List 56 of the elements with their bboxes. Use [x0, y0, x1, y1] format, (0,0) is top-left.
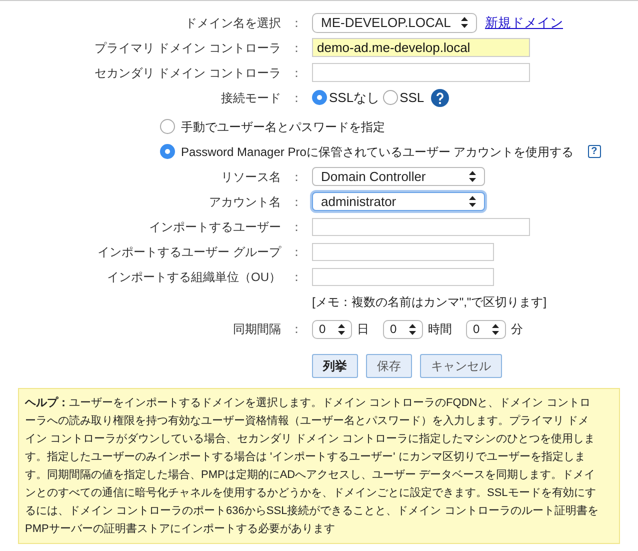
dropdown-select[interactable]: administrator [312, 192, 485, 211]
action-button[interactable]: キャンセル [420, 354, 502, 378]
colon: ： [290, 244, 304, 260]
number-spinner[interactable]: 0 [383, 320, 423, 338]
updown-icon [461, 17, 468, 28]
radio-label: SSLなし [329, 88, 380, 107]
text-field[interactable] [312, 242, 494, 260]
memo-text: [メモ：複数の名前はカンマ","で区切ります] [312, 294, 547, 310]
colon: ： [290, 14, 304, 32]
colon: ： [290, 64, 304, 82]
field-label: インポートするユーザー グループ [96, 244, 281, 260]
dropdown-select[interactable]: Domain Controller [312, 167, 485, 186]
radio-button[interactable] [160, 119, 175, 134]
radio-label: Password Manager Proに保管されているユーザー アカウントを使用する [181, 144, 574, 160]
text-field[interactable] [312, 268, 494, 286]
help-text: ヘルプ：ユーザーをインポートするドメインを選択します。ドメイン コントローラのFQDNと、ドメイン コントローラへの読み取り権限を持つ有効なユーザー資格情報（ユーザー名とパスワード）を入力します。プライマリ ドメイン コントローラがダウンしている場合、セカンダリ ドメイン コントローラに指定したマシンのひとつを使用します。指定したユーザーのみインポートする場合は 'インポートするユーザー' にカンマ区切りでユーザーを指定します。同期間隔の値を指定した場合、PMPは定期的にADへアクセスし、ユーザー データベースを同期します。ドメインとのすべての通信に暗号化チャネルを使用するかどうかを、ドメインごとに設定できます。SSLモードを有効にするには、ドメイン コントローラのポート636からSSL接続ができることと、ドメイン コントローラのルート証明書をPMPサーバーの証明書ストアにインポートする必要があります [25, 396, 599, 537]
field-label: セカンダリ ドメイン コントローラ [93, 64, 281, 82]
radio-label: SSL [400, 88, 424, 107]
radio-button[interactable] [382, 90, 398, 105]
number-spinner[interactable]: 0 [466, 320, 506, 338]
help-icon[interactable]: ? [588, 145, 601, 158]
colon: ： [290, 40, 304, 56]
unit-label: 分 [511, 321, 523, 338]
field-label: 同期間隔 [232, 321, 281, 338]
radio-button[interactable] [160, 144, 175, 159]
field-label: ドメイン名を選択 [184, 14, 281, 32]
updown-icon [469, 171, 476, 182]
field-label: リソース名 [220, 168, 281, 186]
colon: ： [290, 90, 304, 106]
field-label: インポートするユーザー [148, 218, 281, 236]
radio-button[interactable] [312, 90, 327, 105]
domain-select[interactable]: ME-DEVELOP.LOCAL [312, 12, 477, 32]
new-domain-link[interactable]: 新規ドメイン [485, 12, 563, 32]
colon: ： [290, 218, 304, 236]
number-spinner[interactable]: 0 [312, 320, 352, 338]
unit-label: 時間 [428, 321, 452, 338]
colon: ： [290, 268, 304, 286]
colon: ： [290, 194, 304, 210]
updown-icon [492, 324, 499, 334]
colon: ： [290, 168, 304, 186]
text-field[interactable] [312, 63, 530, 82]
text-field[interactable]: demo-ad.me-develop.local [312, 38, 530, 57]
updown-icon [469, 196, 476, 207]
radio-label: 手動でユーザー名とパスワードを指定 [181, 118, 385, 136]
help-icon[interactable] [431, 88, 450, 106]
updown-icon [409, 324, 416, 334]
field-label: アカウント名 [208, 194, 281, 210]
field-label: 接続モード [220, 90, 281, 106]
colon: ： [290, 321, 304, 338]
updown-icon [338, 324, 345, 334]
action-button[interactable]: 列挙 [312, 354, 358, 378]
text-field[interactable] [312, 218, 530, 236]
field-label: インポートする組織単位（OU） [106, 268, 281, 286]
unit-label: 日 [357, 321, 369, 338]
action-button[interactable]: 保存 [366, 354, 412, 378]
field-label: プライマリ ドメイン コントローラ [93, 40, 281, 56]
